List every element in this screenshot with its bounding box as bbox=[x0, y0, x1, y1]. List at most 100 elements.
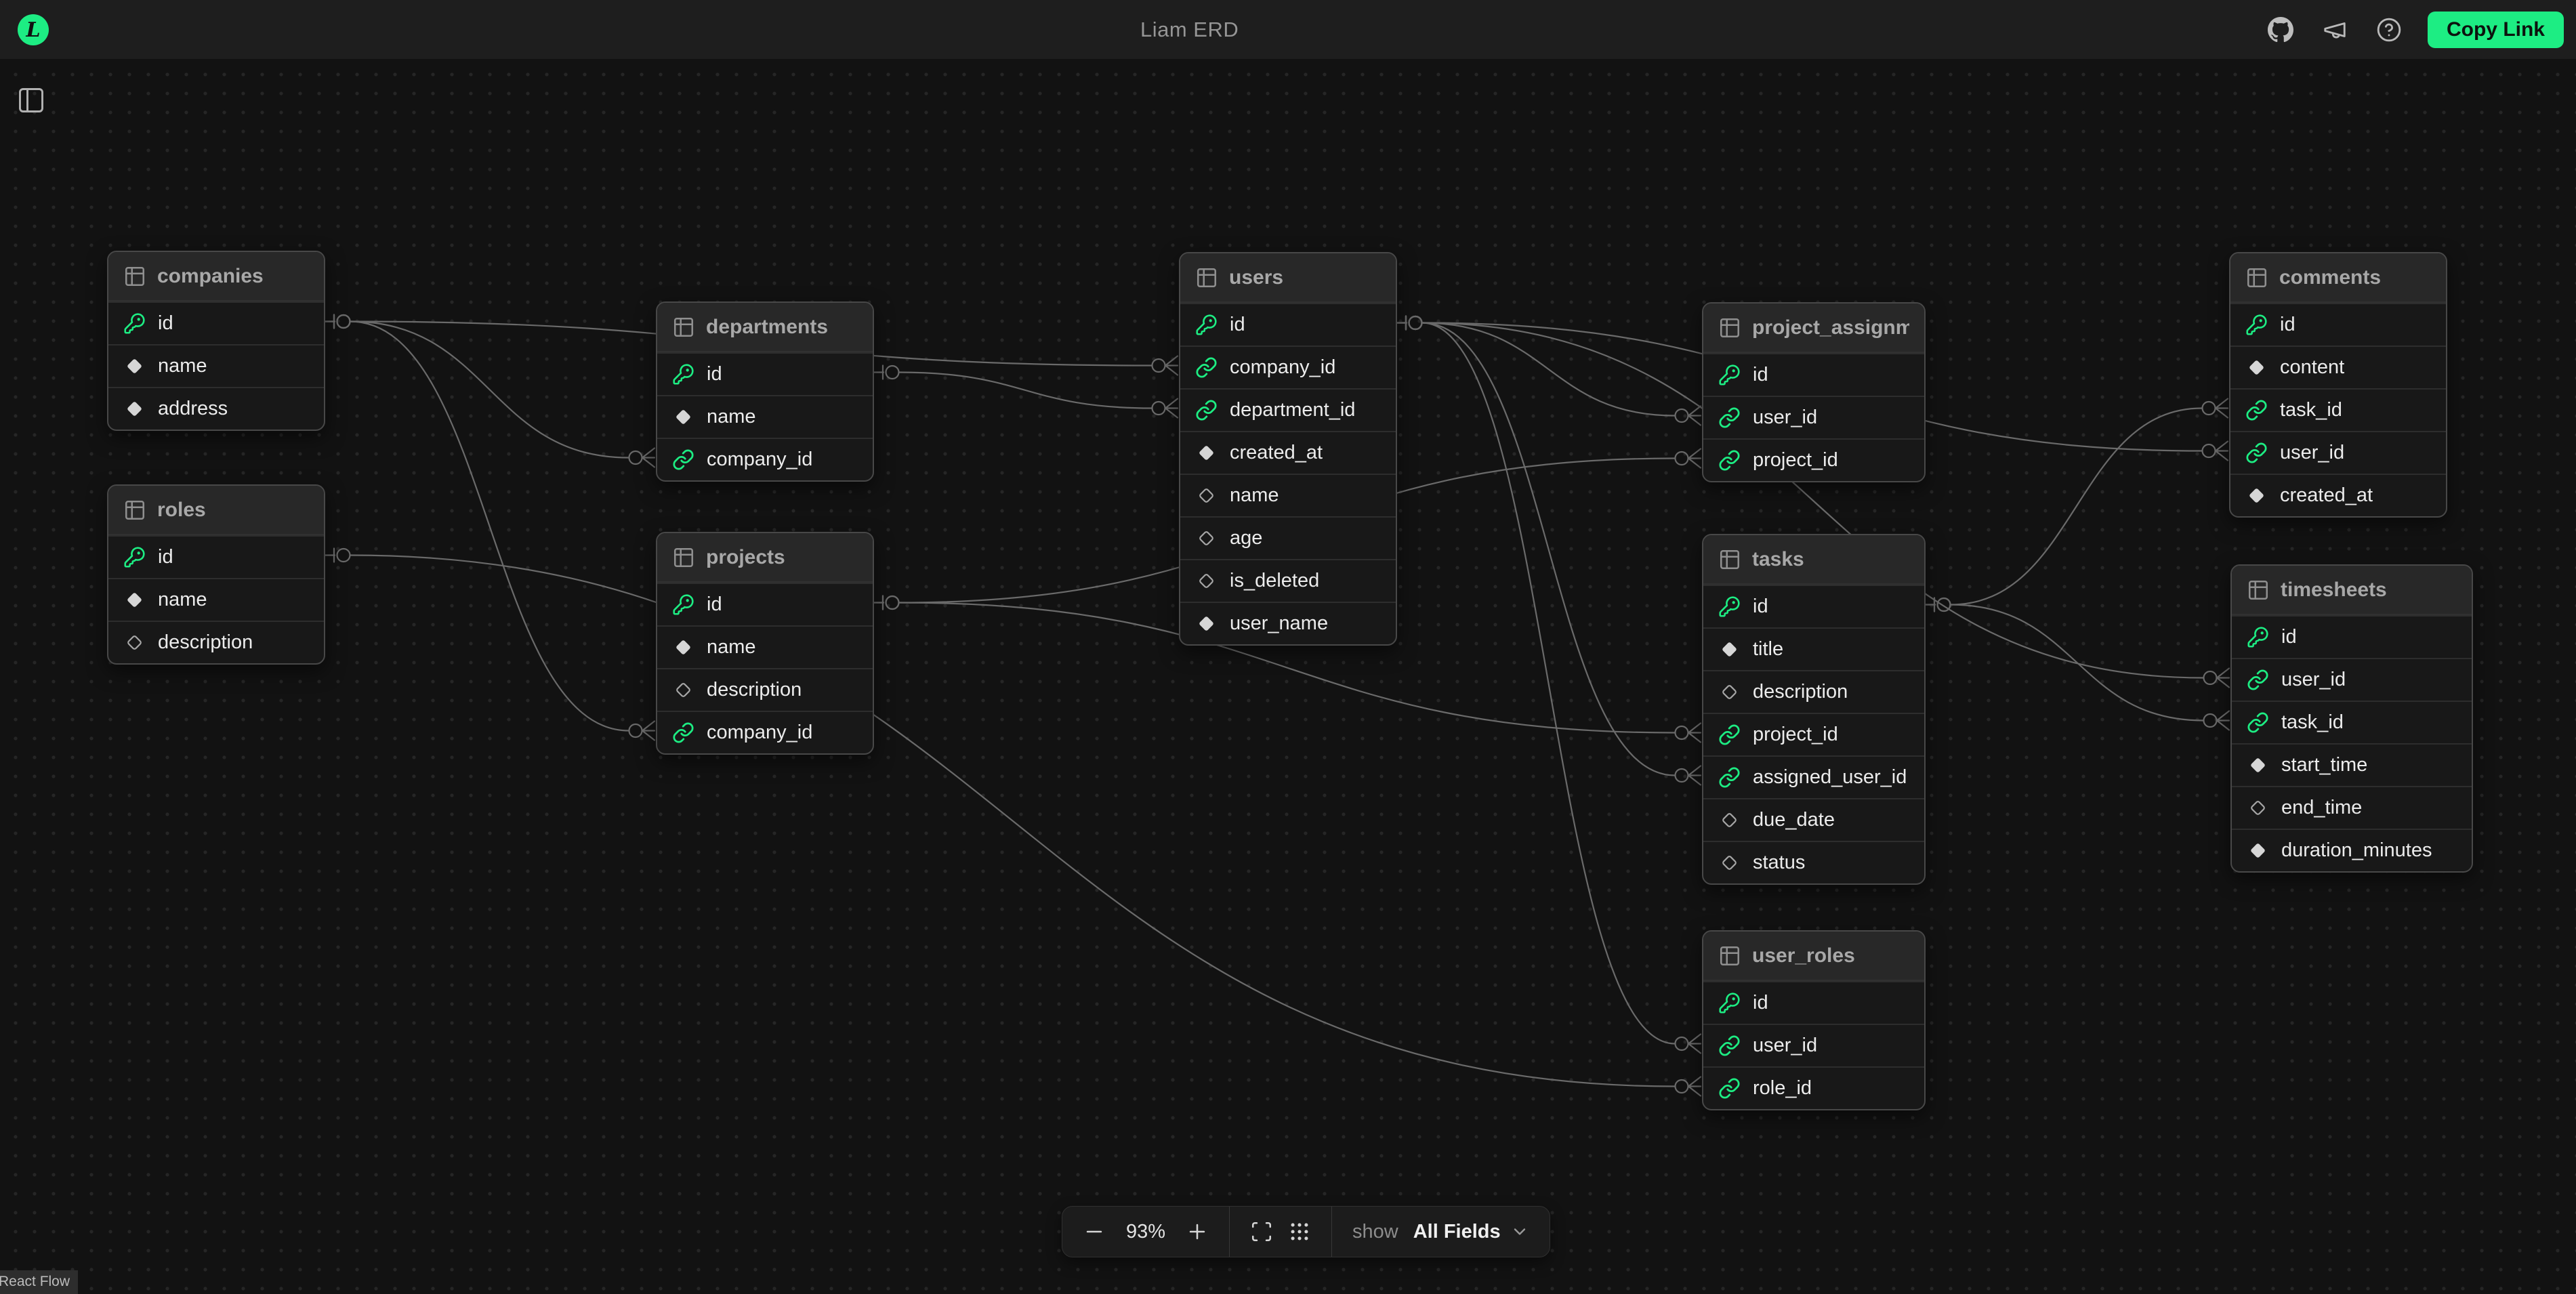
outline-diamond-icon bbox=[1718, 809, 1741, 831]
field-row-companies-id[interactable]: id bbox=[108, 301, 324, 344]
liam-logo-icon[interactable]: L bbox=[18, 14, 49, 45]
table-node-users[interactable]: usersidcompany_iddepartment_idcreated_at… bbox=[1179, 252, 1397, 646]
field-name: duration_minutes bbox=[2281, 839, 2432, 862]
field-row-roles-id[interactable]: id bbox=[108, 535, 324, 578]
field-row-comments-created_at[interactable]: created_at bbox=[2230, 474, 2446, 516]
field-row-users-name[interactable]: name bbox=[1180, 474, 1396, 516]
outline-diamond-icon bbox=[123, 631, 146, 654]
field-row-timesheets-start_time[interactable]: start_time bbox=[2232, 743, 2472, 786]
show-fields-dropdown[interactable]: All Fields bbox=[1413, 1221, 1529, 1243]
field-name: assigned_user_id bbox=[1753, 766, 1907, 789]
field-row-timesheets-end_time[interactable]: end_time bbox=[2232, 786, 2472, 829]
field-row-projects-description[interactable]: description bbox=[657, 668, 873, 711]
table-header-user_roles[interactable]: user_roles bbox=[1703, 932, 1924, 981]
field-row-project_assignments-user_id[interactable]: user_id bbox=[1703, 396, 1924, 438]
field-row-departments-id[interactable]: id bbox=[657, 352, 873, 395]
field-row-timesheets-id[interactable]: id bbox=[2232, 615, 2472, 658]
table-icon bbox=[672, 316, 695, 339]
key-icon bbox=[123, 546, 146, 568]
table-node-comments[interactable]: commentsidcontenttask_id user_id created_a… bbox=[2229, 252, 2447, 518]
field-name: name bbox=[707, 636, 756, 659]
field-row-comments-id[interactable]: id bbox=[2230, 303, 2446, 346]
table-header-departments[interactable]: departments bbox=[657, 303, 873, 352]
field-row-companies-name[interactable]: name bbox=[108, 344, 324, 387]
field-row-tasks-id[interactable]: id bbox=[1703, 585, 1924, 627]
table-node-roles[interactable]: rolesidnamedescription bbox=[107, 484, 325, 665]
field-row-projects-name[interactable]: name bbox=[657, 625, 873, 668]
field-name: address bbox=[158, 398, 228, 420]
field-row-tasks-status[interactable]: status bbox=[1703, 841, 1924, 883]
field-row-tasks-assigned_user_id[interactable]: assigned_user_id bbox=[1703, 755, 1924, 798]
table-nodes-layer: companiesidnameaddressrolesidnamedescrip… bbox=[0, 0, 2576, 1294]
field-row-timesheets-duration_minutes[interactable]: duration_minutes bbox=[2232, 829, 2472, 871]
table-node-timesheets[interactable]: timesheets id user_idtask_idstart_timeend_… bbox=[2230, 564, 2473, 873]
show-fields-section: show All Fields bbox=[1332, 1207, 1550, 1257]
copy-link-button[interactable]: Copy Link bbox=[2428, 12, 2564, 48]
github-icon[interactable] bbox=[2265, 14, 2296, 45]
field-row-tasks-due_date[interactable]: due_date bbox=[1703, 798, 1924, 841]
field-row-departments-company_id[interactable]: company_id bbox=[657, 438, 873, 480]
field-row-timesheets-user_id[interactable]: user_id bbox=[2232, 658, 2472, 701]
key-icon bbox=[1718, 992, 1741, 1014]
page-title: Liam ERD bbox=[1140, 0, 1239, 59]
table-header-comments[interactable]: comments bbox=[2230, 253, 2446, 303]
table-header-projects[interactable]: projects bbox=[657, 533, 873, 583]
table-header-timesheets[interactable]: timesheets bbox=[2232, 566, 2472, 615]
zoom-level: 93% bbox=[1121, 1221, 1171, 1243]
key-icon bbox=[672, 363, 694, 385]
react-flow-attribution[interactable]: React Flow bbox=[0, 1270, 78, 1294]
field-row-users-id[interactable]: id bbox=[1180, 303, 1396, 346]
table-node-projects[interactable]: projectsid name descriptioncompany_id bbox=[656, 532, 874, 755]
tidy-up-button[interactable] bbox=[1288, 1220, 1311, 1243]
field-row-roles-description[interactable]: description bbox=[108, 621, 324, 663]
field-name: id bbox=[2281, 626, 2297, 648]
table-node-user_roles[interactable]: user_rolesiduser_idrole_id bbox=[1702, 930, 1926, 1110]
field-row-companies-address[interactable]: address bbox=[108, 387, 324, 430]
erd-canvas[interactable]: companiesidnameaddressrolesidnamedescrip… bbox=[0, 59, 2576, 1294]
field-row-departments-name[interactable]: name bbox=[657, 395, 873, 438]
field-row-users-age[interactable]: age bbox=[1180, 516, 1396, 559]
outline-diamond-icon bbox=[2247, 797, 2269, 819]
table-name: user_roles bbox=[1752, 944, 1855, 967]
table-node-tasks[interactable]: tasksidtitledescriptionproject_idassigne… bbox=[1702, 534, 1926, 885]
field-row-users-company_id[interactable]: company_id bbox=[1180, 346, 1396, 388]
field-name: name bbox=[158, 355, 207, 377]
field-row-tasks-title[interactable]: title bbox=[1703, 627, 1924, 670]
table-header-companies[interactable]: companies bbox=[108, 252, 324, 301]
field-row-user_roles-id[interactable]: id bbox=[1703, 981, 1924, 1024]
zoom-out-button[interactable] bbox=[1083, 1220, 1106, 1243]
field-row-users-department_id[interactable]: department_id bbox=[1180, 388, 1396, 431]
table-header-tasks[interactable]: tasks bbox=[1703, 535, 1924, 585]
table-name: project_assignme... bbox=[1752, 316, 1909, 339]
field-row-users-user_name[interactable]: user_name bbox=[1180, 602, 1396, 644]
table-node-companies[interactable]: companiesid name address bbox=[107, 251, 325, 431]
field-row-projects-company_id[interactable]: company_id bbox=[657, 711, 873, 753]
zoom-in-button[interactable] bbox=[1186, 1220, 1209, 1243]
field-row-users-is_deleted[interactable]: is_deleted bbox=[1180, 559, 1396, 602]
field-row-comments-task_id[interactable]: task_id bbox=[2230, 388, 2446, 431]
field-row-comments-user_id[interactable]: user_id bbox=[2230, 431, 2446, 474]
field-row-comments-content[interactable]: content bbox=[2230, 346, 2446, 388]
field-row-users-created_at[interactable]: created_at bbox=[1180, 431, 1396, 474]
field-row-project_assignments-project_id[interactable]: project_id bbox=[1703, 438, 1924, 481]
key-icon bbox=[2247, 626, 2269, 648]
field-row-roles-name[interactable]: name bbox=[108, 578, 324, 621]
field-row-timesheets-task_id[interactable]: task_id bbox=[2232, 701, 2472, 743]
help-circle-icon[interactable] bbox=[2373, 14, 2405, 45]
field-row-user_roles-user_id[interactable]: user_id bbox=[1703, 1024, 1924, 1066]
field-name: user_id bbox=[1753, 406, 1817, 429]
filled-diamond-icon bbox=[672, 406, 694, 428]
megaphone-icon[interactable] bbox=[2319, 14, 2350, 45]
table-node-project_assignments[interactable]: project_assignme...id user_id project_id bbox=[1702, 302, 1926, 482]
table-header-project_assignments[interactable]: project_assignme... bbox=[1703, 304, 1924, 353]
field-row-tasks-project_id[interactable]: project_id bbox=[1703, 713, 1924, 755]
field-row-tasks-description[interactable]: description bbox=[1703, 670, 1924, 713]
table-node-departments[interactable]: departmentsidnamecompany_id bbox=[656, 301, 874, 482]
table-header-users[interactable]: users bbox=[1180, 253, 1396, 303]
fit-view-button[interactable] bbox=[1250, 1220, 1273, 1243]
field-row-project_assignments-id[interactable]: id bbox=[1703, 353, 1924, 396]
field-row-projects-id[interactable]: id bbox=[657, 583, 873, 625]
field-row-user_roles-role_id[interactable]: role_id bbox=[1703, 1066, 1924, 1109]
field-name: user_id bbox=[2280, 442, 2344, 464]
table-header-roles[interactable]: roles bbox=[108, 486, 324, 535]
